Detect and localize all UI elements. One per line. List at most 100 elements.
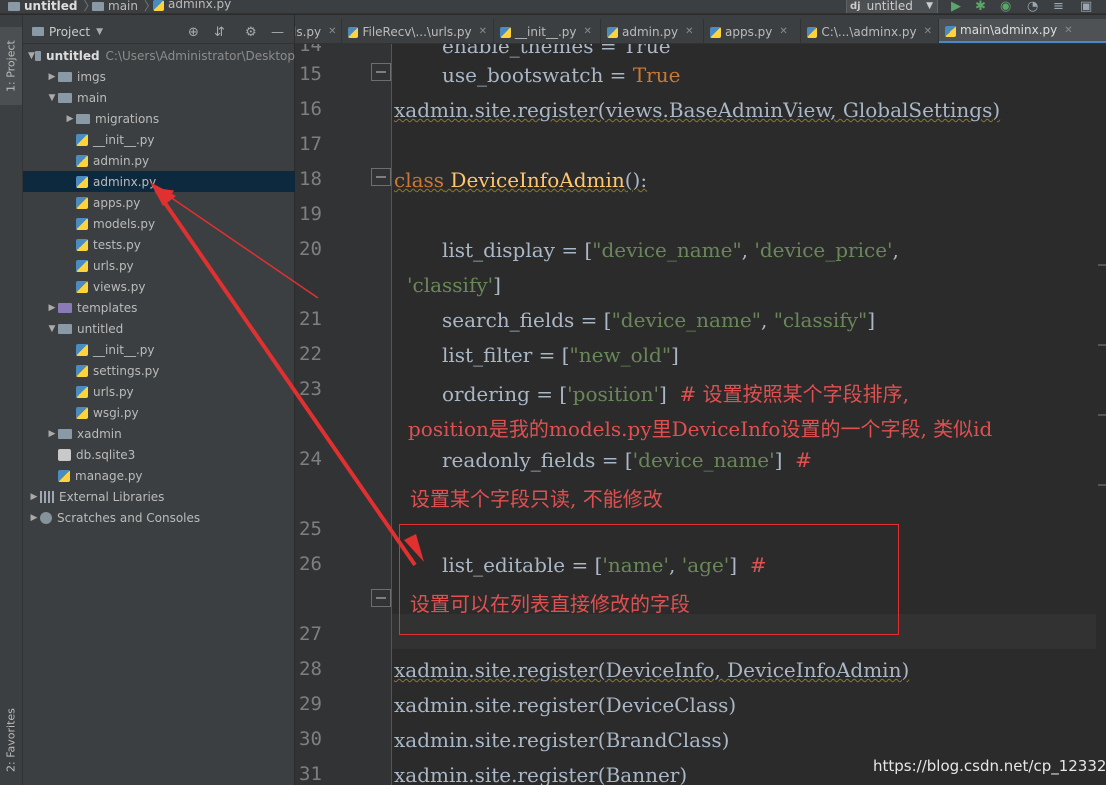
editor-scrollbar[interactable] [1096, 44, 1106, 785]
gear-icon[interactable]: ⚙ [245, 25, 257, 40]
tree-item[interactable]: settings.py [23, 360, 295, 381]
editor-tabs: ls.py ✕ FileRecv\...\urls.py ✕ __init__.py ✕ a… [295, 15, 1106, 44]
run-configuration-selector[interactable]: dj untitled ▼ [846, 0, 938, 13]
editor-tab[interactable]: main\adminx.py ✕ [939, 19, 1106, 43]
tree-item[interactable]: ▶ Scratches and Consoles [23, 507, 295, 528]
folder-icon [34, 50, 42, 61]
python-file-icon [710, 27, 721, 38]
close-icon[interactable]: ✕ [779, 26, 787, 37]
code-line-30: xadmin.site.register(BrandClass) [394, 728, 730, 752]
python-file-icon [76, 133, 88, 146]
chevron-right-icon[interactable]: ▶ [28, 492, 40, 502]
chevron-down-icon[interactable]: ▼ [46, 93, 58, 103]
code-line-18: class DeviceInfoAdmin(): [394, 168, 648, 192]
close-icon[interactable]: ✕ [584, 26, 592, 37]
editor-tab[interactable]: ls.py ✕ [295, 19, 342, 43]
tree-item[interactable]: models.py [23, 213, 295, 234]
fold-marker-icon[interactable] [371, 589, 391, 607]
hide-panel-icon[interactable]: — [271, 25, 284, 40]
close-icon[interactable]: ✕ [685, 26, 693, 37]
line-number: 25 [299, 518, 322, 540]
library-icon [40, 490, 54, 503]
tree-item-label: External Libraries [59, 489, 165, 504]
run-icon[interactable]: ▶ [951, 0, 961, 13]
line-number: 27 [299, 623, 322, 645]
line-number: 30 [299, 728, 322, 750]
code-line-22: list_filter = ["new_old"] [442, 343, 679, 367]
run-with-coverage-icon[interactable]: ◉ [1000, 0, 1011, 13]
close-icon[interactable]: ✕ [328, 26, 336, 37]
tree-item[interactable]: admin.py [23, 150, 295, 171]
tree-item[interactable]: ▶ migrations [23, 108, 295, 129]
breadcrumb-file-item[interactable]: adminx.py [153, 0, 231, 11]
tree-item[interactable]: tests.py [23, 234, 295, 255]
tree-item[interactable]: apps.py [23, 192, 295, 213]
tree-item[interactable]: manage.py [23, 465, 295, 486]
profile-icon[interactable]: ◔ [1027, 0, 1038, 13]
chevron-down-icon[interactable]: ▼ [28, 51, 35, 61]
favorites-tool-window-button[interactable]: 2: Favorites [0, 695, 22, 785]
locate-file-icon[interactable]: ⊕ [188, 25, 199, 40]
project-panel-title[interactable]: Project [49, 25, 90, 39]
close-icon[interactable]: ✕ [1064, 25, 1072, 36]
annotation-highlight-box [399, 524, 899, 635]
editor-tab[interactable]: apps.py ✕ [704, 19, 801, 43]
navigation-bar: untitled 〉 main 〉 adminx.py dj untitled … [0, 0, 1106, 14]
editor-tab-label: apps.py [725, 24, 773, 39]
python-file-icon [76, 217, 88, 230]
line-number: 19 [299, 203, 322, 225]
editor-tab[interactable]: FileRecv\...\urls.py ✕ [342, 19, 494, 43]
tree-item[interactable]: ▼ untitled [23, 318, 295, 339]
code-line-20: list_display = ["device_name", 'device_p… [442, 238, 899, 262]
tree-item[interactable]: urls.py [23, 255, 295, 276]
watermark-text: https://blog.csdn.net/cp_123321 [873, 757, 1106, 775]
chevron-right-icon[interactable]: ▶ [46, 429, 58, 439]
tree-item[interactable]: urls.py [23, 381, 295, 402]
code-line-20-wrap: 'classify'] [407, 273, 501, 297]
tree-item[interactable]: db.sqlite3 [23, 444, 295, 465]
project-tool-window-button[interactable]: 1: Project [0, 27, 22, 105]
chevron-right-icon[interactable]: ▶ [64, 114, 76, 124]
chevron-down-icon[interactable]: ▼ [96, 27, 103, 37]
tree-item[interactable]: ▶ xadmin [23, 423, 295, 444]
tree-item[interactable]: ▶ imgs [23, 66, 295, 87]
fold-marker-icon[interactable] [371, 63, 391, 81]
python-file-icon [76, 238, 88, 251]
tree-item[interactable]: __init__.py [23, 339, 295, 360]
close-icon[interactable]: ✕ [924, 26, 932, 37]
code-line-31: xadmin.site.register(Banner) [394, 763, 688, 785]
tree-item[interactable]: ▶ templates [23, 297, 295, 318]
chevron-right-icon[interactable]: ▶ [46, 72, 58, 82]
editor-tab-label: admin.py [622, 24, 679, 39]
tree-item-label: untitled [46, 48, 100, 63]
tree-item[interactable]: ▼ main [23, 87, 295, 108]
tree-item[interactable]: __init__.py [23, 129, 295, 150]
fold-marker-icon[interactable] [371, 168, 391, 186]
tree-item[interactable]: ▶ External Libraries [23, 486, 295, 507]
breadcrumb-project[interactable]: untitled [24, 0, 78, 13]
tree-item[interactable]: wsgi.py [23, 402, 295, 423]
editor-tab-label: C:\...\adminx.py [821, 24, 917, 39]
editor-tab[interactable]: __init__.py ✕ [494, 19, 601, 43]
tree-item[interactable]: adminx.py [23, 171, 295, 192]
collapse-all-icon[interactable]: ⇵ [214, 25, 225, 40]
tree-item[interactable]: ▼ untitled C:\Users\Administrator\Desktop [23, 45, 295, 66]
editor-tab[interactable]: C:\...\adminx.py ✕ [801, 19, 939, 43]
breadcrumb-folder-item[interactable]: main 〉 [92, 0, 156, 13]
code-editor[interactable]: 14 15 16 17 18 19 20 21 22 23 24 25 26 27 28 29 30 31 ena… [295, 44, 1106, 785]
chevron-right-icon[interactable]: ▶ [46, 303, 58, 313]
line-number: 21 [299, 308, 322, 330]
stop-icon[interactable]: ▣ [1080, 0, 1092, 13]
chevron-down-icon[interactable]: ▼ [46, 324, 58, 334]
folder-icon [58, 428, 72, 439]
code-line-23: ordering = ['position'] # 设置按照某个字段排序, [442, 382, 910, 406]
tree-item[interactable]: views.py [23, 276, 295, 297]
breadcrumb-file: adminx.py [168, 0, 232, 11]
chevron-right-icon[interactable]: ▶ [28, 513, 40, 523]
concurrency-icon[interactable]: ≡ [1053, 0, 1064, 13]
scroll-marker [1098, 344, 1106, 346]
editor-tab[interactable]: admin.py ✕ [601, 19, 704, 43]
debug-icon[interactable]: ✱ [975, 0, 986, 13]
code-line-29: xadmin.site.register(DeviceClass) [394, 693, 737, 717]
close-icon[interactable]: ✕ [479, 26, 487, 37]
